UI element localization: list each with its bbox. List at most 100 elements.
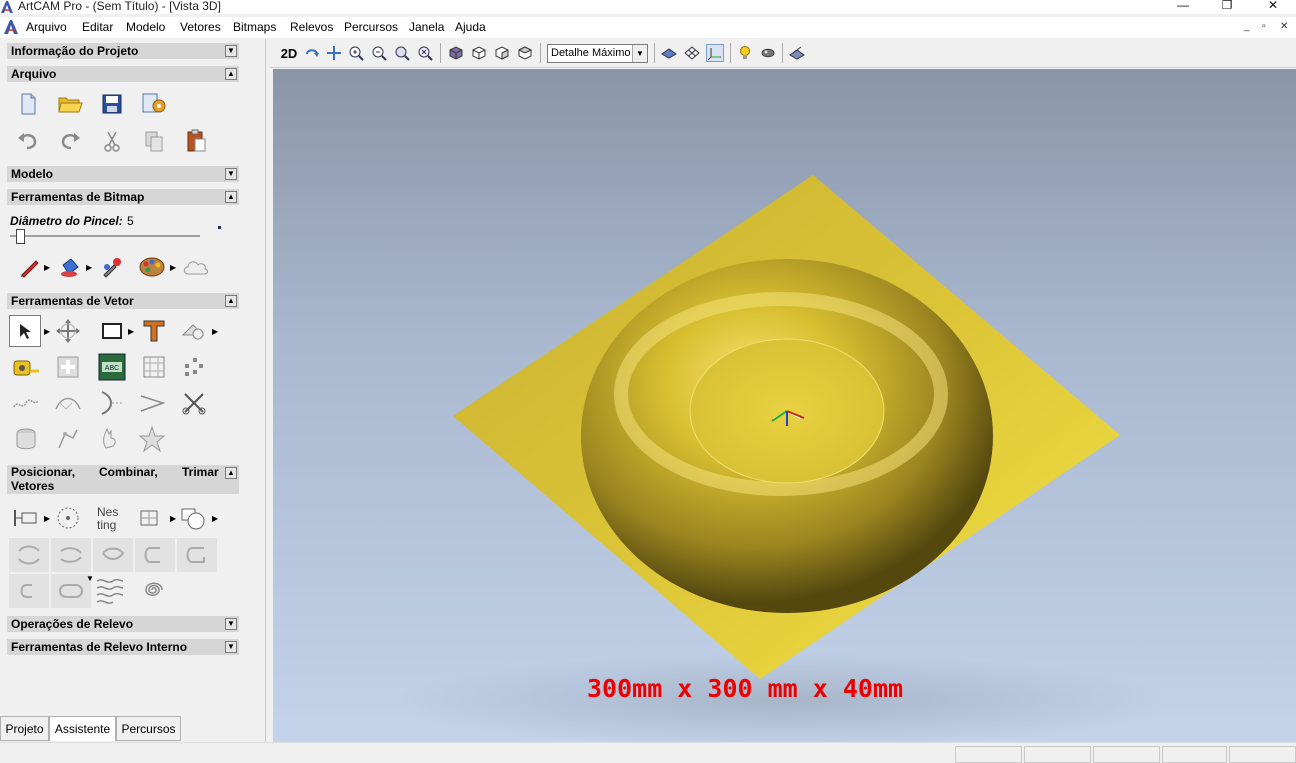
mdi-minimize-button[interactable]: _ (1244, 21, 1250, 32)
paint-bucket-icon[interactable] (54, 251, 86, 283)
menu-editar[interactable]: Editar (82, 20, 113, 34)
star-icon[interactable] (136, 423, 168, 455)
spiral-icon[interactable] (136, 574, 168, 606)
redo-icon[interactable] (54, 125, 86, 157)
dropdown-arrow-icon[interactable]: ▼ (86, 574, 94, 583)
shape-g-icon[interactable] (51, 574, 91, 608)
collapse-arrow-icon[interactable]: ▼ (225, 641, 237, 653)
iso-view-icon[interactable] (447, 44, 465, 62)
pencil-icon[interactable] (14, 251, 46, 283)
light-bulb-icon[interactable] (736, 44, 754, 62)
smooth-icon[interactable] (10, 387, 42, 419)
wave-icon[interactable] (94, 574, 126, 606)
undo-icon[interactable] (12, 125, 44, 157)
section-ferramentas-vetor[interactable]: Ferramentas de Vetor ▲ (7, 293, 239, 309)
scatter-icon[interactable] (178, 351, 210, 383)
properties-icon[interactable] (138, 88, 170, 120)
side-view-icon[interactable] (493, 44, 511, 62)
section-informacao-projeto[interactable]: Informação do Projeto ▼ (7, 43, 239, 59)
tab-percursos[interactable]: Percursos (116, 716, 181, 741)
menu-percursos[interactable]: Percursos (344, 20, 398, 34)
measure-tape-icon[interactable] (10, 351, 42, 383)
brush-diameter-slider[interactable] (10, 235, 200, 237)
collapse-arrow-icon[interactable]: ▲ (225, 467, 237, 479)
shapes-icon[interactable] (178, 315, 210, 347)
dropdown-arrow-icon[interactable]: ▶ (44, 514, 50, 523)
arc-icon[interactable] (94, 387, 126, 419)
pan-view-icon[interactable] (325, 44, 343, 62)
menu-arquivo[interactable]: Arquivo (26, 20, 67, 34)
cylinder-icon[interactable] (10, 423, 42, 455)
collapse-arrow-icon[interactable]: ▼ (225, 168, 237, 180)
paste-icon[interactable] (180, 125, 212, 157)
material-icon[interactable] (759, 44, 777, 62)
detail-level-select[interactable]: Detalhe Máximo ▼ (547, 44, 648, 63)
collapse-arrow-icon[interactable]: ▼ (225, 45, 237, 57)
front-view-icon[interactable] (470, 44, 488, 62)
menu-bitmaps[interactable]: Bitmaps (233, 20, 276, 34)
rectangle-icon[interactable] (96, 315, 128, 347)
select-arrow-icon[interactable] (9, 315, 41, 347)
abc-text-icon[interactable]: ABC (96, 351, 128, 383)
text-tool-icon[interactable] (138, 315, 170, 347)
tab-projeto[interactable]: Projeto (0, 716, 49, 741)
cloud-icon[interactable] (180, 251, 212, 283)
align-icon[interactable] (10, 502, 42, 534)
view-2d-button[interactable]: 2D (278, 44, 300, 62)
new-document-icon[interactable] (12, 88, 44, 120)
section-modelo[interactable]: Modelo ▼ (7, 166, 239, 182)
dropdown-arrow-icon[interactable]: ▶ (170, 263, 176, 272)
angle-icon[interactable] (136, 387, 168, 419)
cut-icon[interactable] (96, 125, 128, 157)
document-menu-icon[interactable] (3, 19, 19, 35)
dropdown-arrow-icon[interactable]: ▶ (86, 263, 92, 272)
menu-modelo[interactable]: Modelo (126, 20, 165, 34)
shape-e-icon[interactable] (177, 538, 217, 572)
shaded-view-icon[interactable] (660, 44, 678, 62)
render-icon[interactable] (788, 44, 806, 62)
nesting-icon[interactable]: Nes ting (94, 502, 126, 534)
dropdown-arrow-icon[interactable]: ▶ (212, 327, 218, 336)
save-icon[interactable] (96, 88, 128, 120)
axis-icon[interactable] (706, 44, 724, 62)
section-arquivo[interactable]: Arquivo ▲ (7, 66, 239, 82)
shape-a-icon[interactable] (9, 538, 49, 572)
collapse-arrow-icon[interactable]: ▼ (225, 618, 237, 630)
collapse-arrow-icon[interactable]: ▲ (225, 68, 237, 80)
wireframe-view-icon[interactable] (683, 44, 701, 62)
menu-ajuda[interactable]: Ajuda (455, 20, 486, 34)
grid-vector-icon[interactable] (138, 351, 170, 383)
section-operacoes-relevo[interactable]: Operações de Relevo ▼ (7, 616, 239, 632)
eyedropper-icon[interactable] (96, 251, 128, 283)
top-view-icon[interactable] (516, 44, 534, 62)
fit-curve-icon[interactable] (52, 387, 84, 419)
3d-viewport[interactable]: 300mm x 300 mm x 40mm (273, 69, 1296, 742)
shape-b-icon[interactable] (51, 538, 91, 572)
open-folder-icon[interactable] (54, 88, 86, 120)
close-button[interactable]: ✕ (1250, 0, 1296, 14)
collapse-arrow-icon[interactable]: ▲ (225, 191, 237, 203)
relief-model[interactable] (273, 69, 1296, 742)
merge-icon[interactable] (136, 502, 168, 534)
menu-vetores[interactable]: Vetores (180, 20, 221, 34)
brush-slider-thumb[interactable] (16, 229, 25, 244)
zoom-fit-icon[interactable] (393, 44, 411, 62)
tab-assistente[interactable]: Assistente (49, 716, 116, 741)
shape-f-icon[interactable] (9, 574, 49, 608)
circle-dots-icon[interactable] (52, 502, 84, 534)
zoom-previous-icon[interactable] (416, 44, 434, 62)
chevron-down-icon[interactable]: ▼ (632, 45, 647, 62)
zoom-out-icon[interactable] (370, 44, 388, 62)
dropdown-arrow-icon[interactable]: ▶ (212, 514, 218, 523)
mdi-restore-button[interactable]: ▫ (1262, 21, 1266, 32)
dropdown-arrow-icon[interactable]: ▶ (170, 514, 176, 523)
minimize-button[interactable]: — (1160, 0, 1206, 14)
menu-relevos[interactable]: Relevos (290, 20, 333, 34)
dropdown-arrow-icon[interactable]: ▶ (44, 327, 50, 336)
shape-c-icon[interactable] (93, 538, 133, 572)
menu-janela[interactable]: Janela (409, 20, 444, 34)
mdi-close-button[interactable]: ✕ (1280, 21, 1288, 32)
collapse-arrow-icon[interactable]: ▲ (225, 295, 237, 307)
dropdown-arrow-icon[interactable]: ▶ (128, 327, 134, 336)
hand-icon[interactable] (94, 423, 126, 455)
